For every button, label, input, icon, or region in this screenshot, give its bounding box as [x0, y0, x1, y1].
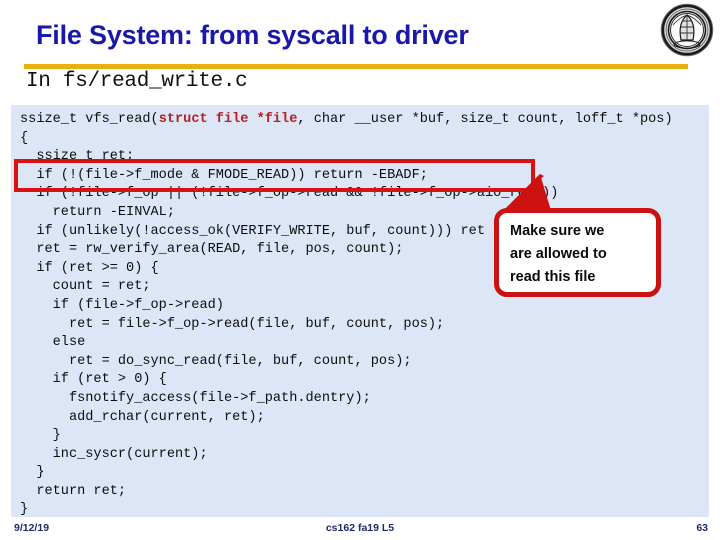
- highlight-rectangle: [14, 159, 535, 192]
- code-signature-keyword: struct file *file: [158, 112, 298, 127]
- uc-berkeley-seal-icon: [660, 3, 714, 57]
- callout-box: Make sure we are allowed to read this fi…: [494, 208, 661, 297]
- callout-text: Make sure we are allowed to read this fi…: [510, 223, 607, 285]
- page-title: File System: from syscall to driver: [36, 20, 469, 50]
- footer-page-number: 63: [696, 522, 708, 534]
- code-signature-prefix: ssize_t vfs_read(: [20, 112, 159, 127]
- subtitle: In fs/read_write.c: [26, 70, 248, 93]
- code-signature-suffix: , char __user *buf, size_t count, loff_t…: [297, 112, 673, 127]
- footer-course-label: cs162 fa19 L5: [325, 522, 395, 534]
